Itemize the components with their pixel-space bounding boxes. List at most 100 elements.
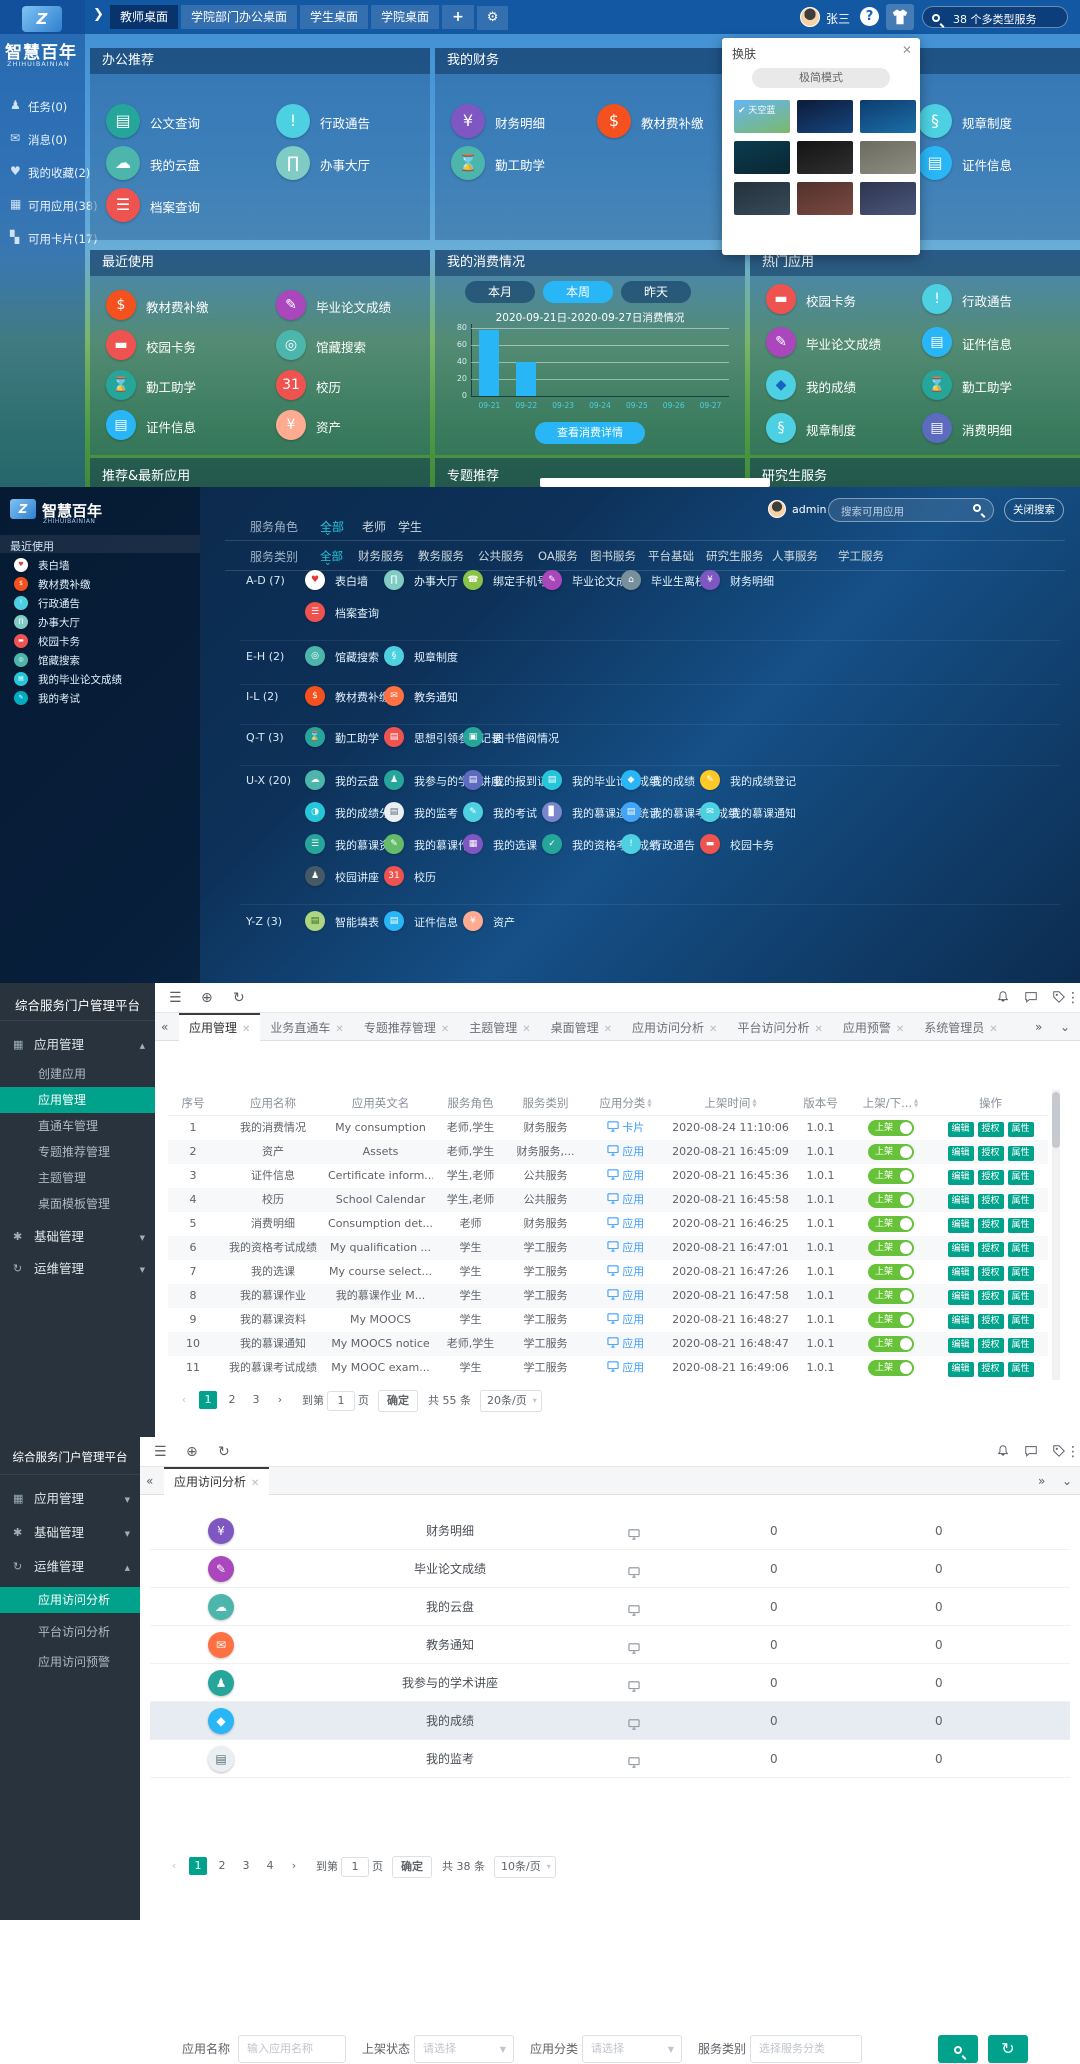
action-属性-button[interactable]: 属性: [1008, 1146, 1034, 1161]
action-授权-button[interactable]: 授权: [978, 1218, 1004, 1233]
page-number[interactable]: 3: [247, 1391, 265, 1409]
refresh-button[interactable]: ↻: [988, 2035, 1028, 2063]
publish-toggle[interactable]: 上架: [868, 1312, 914, 1328]
close-search-button[interactable]: 关闭搜索: [1004, 498, 1064, 522]
column-header[interactable]: 上架时间▲▼: [668, 1090, 793, 1116]
sidebar-item-cards-grid[interactable]: ▚可用卡片(17): [10, 228, 85, 248]
desktop-tab[interactable]: 教师桌面: [110, 5, 178, 29]
publish-toggle[interactable]: 上架: [868, 1264, 914, 1280]
action-编辑-button[interactable]: 编辑: [948, 1362, 974, 1377]
page-number[interactable]: 1: [189, 1857, 207, 1875]
collapse-chevron-icon[interactable]: ❯: [93, 7, 104, 22]
action-编辑-button[interactable]: 编辑: [948, 1266, 974, 1281]
sort-icon[interactable]: ▲▼: [647, 1099, 651, 1109]
action-授权-button[interactable]: 授权: [978, 1266, 1004, 1281]
workspace-tab[interactable]: 应用管理✕: [179, 1013, 260, 1041]
table-row[interactable]: 10我的慕课通知My MOOCS notice老师,学生学工服务 应用2020-…: [168, 1332, 1048, 1356]
action-授权-button[interactable]: 授权: [978, 1314, 1004, 1329]
avatar[interactable]: [768, 500, 786, 518]
simple-mode-button[interactable]: 极简模式: [752, 68, 890, 88]
publish-toggle[interactable]: 上架: [868, 1336, 914, 1352]
close-icon[interactable]: ✕: [902, 43, 912, 57]
scrollbar-thumb[interactable]: [1052, 1092, 1060, 1148]
action-授权-button[interactable]: 授权: [978, 1242, 1004, 1257]
desktop-tab[interactable]: 学院部门办公桌面: [181, 5, 297, 29]
table-row[interactable]: 7我的选课My course select...学生学工服务 应用2020-08…: [168, 1260, 1048, 1284]
action-编辑-button[interactable]: 编辑: [948, 1290, 974, 1305]
avatar[interactable]: [800, 7, 820, 27]
column-header[interactable]: 上架/下...▲▼: [848, 1090, 933, 1116]
submenu-item[interactable]: 平台访问分析: [0, 1619, 140, 1645]
submenu-item[interactable]: 桌面模板管理: [0, 1191, 155, 1217]
close-icon[interactable]: ✕: [814, 1024, 822, 1035]
tabs-scroll-right-icon[interactable]: »: [1035, 1013, 1042, 1041]
submenu-item[interactable]: 主题管理: [0, 1165, 155, 1191]
action-属性-button[interactable]: 属性: [1008, 1170, 1034, 1185]
page-number[interactable]: 1: [199, 1391, 217, 1409]
tabs-scroll-left-icon[interactable]: «: [146, 1467, 153, 1495]
desktop-tab[interactable]: 学院桌面: [371, 5, 439, 29]
skin-thumbnail[interactable]: [734, 182, 790, 215]
table-row[interactable]: 6我的资格考试成绩My qualification ...学生学工服务 应用20…: [168, 1236, 1048, 1260]
page-size-select[interactable]: 10条/页▾: [494, 1856, 556, 1878]
action-编辑-button[interactable]: 编辑: [948, 1146, 974, 1161]
filter-input[interactable]: 选择服务分类: [750, 2035, 862, 2063]
more-vertical-icon[interactable]: ⋮: [1066, 1437, 1080, 1467]
analysis-table-row[interactable]: ▤我的监考00: [150, 1740, 1070, 1778]
skin-thumbnail[interactable]: [797, 100, 853, 133]
jump-page-input[interactable]: 1: [327, 1391, 355, 1411]
action-属性-button[interactable]: 属性: [1008, 1122, 1034, 1137]
workspace-tab[interactable]: 业务直通车✕: [260, 1015, 353, 1043]
category-option[interactable]: OA服务: [538, 548, 578, 564]
app-type-link[interactable]: 应用: [583, 1284, 668, 1308]
category-option[interactable]: 财务服务: [358, 548, 404, 564]
publish-toggle[interactable]: 上架: [868, 1360, 914, 1376]
search-button[interactable]: [938, 2035, 978, 2063]
table-row[interactable]: 2资产Assets老师,学生财务服务,... 应用2020-08-21 16:4…: [168, 1140, 1048, 1164]
tabs-scroll-left-icon[interactable]: «: [161, 1013, 168, 1041]
more-vertical-icon[interactable]: ⋮: [1066, 983, 1080, 1013]
close-icon[interactable]: ✕: [709, 1024, 717, 1035]
submenu-item[interactable]: 创建应用: [0, 1061, 155, 1087]
close-icon[interactable]: ✕: [335, 1024, 343, 1035]
collapse-menu-icon[interactable]: ☰: [154, 1437, 167, 1467]
close-icon[interactable]: ✕: [522, 1024, 530, 1035]
menu-base-settings[interactable]: ✱基础管理▼: [0, 1223, 155, 1251]
collapse-menu-icon[interactable]: ☰: [169, 983, 182, 1013]
action-授权-button[interactable]: 授权: [978, 1194, 1004, 1209]
action-授权-button[interactable]: 授权: [978, 1170, 1004, 1185]
page-number[interactable]: 2: [223, 1391, 241, 1409]
skin-thumbnail[interactable]: [860, 182, 916, 215]
action-属性-button[interactable]: 属性: [1008, 1242, 1034, 1257]
skin-thumbnail[interactable]: ✔ 天空蓝: [734, 100, 790, 133]
jump-page-input[interactable]: 1: [341, 1857, 369, 1877]
tabs-drop-icon[interactable]: ⌄: [1060, 1013, 1070, 1041]
app-type-link[interactable]: 应用: [583, 1140, 668, 1164]
sidebar-item-apps-grid[interactable]: ▦可用应用(38): [10, 195, 85, 215]
column-header[interactable]: 操作: [933, 1090, 1048, 1116]
skin-thumbnail[interactable]: [734, 141, 790, 174]
tabs-scroll-right-icon[interactable]: »: [1038, 1467, 1045, 1495]
close-icon[interactable]: ✕: [441, 1024, 449, 1035]
help-icon[interactable]: ?: [860, 7, 879, 26]
action-属性-button[interactable]: 属性: [1008, 1362, 1034, 1377]
globe-icon[interactable]: ⊕: [186, 1437, 198, 1467]
action-编辑-button[interactable]: 编辑: [948, 1194, 974, 1209]
chat-icon[interactable]: [1024, 1444, 1038, 1460]
refresh-icon[interactable]: ↻: [233, 983, 245, 1013]
close-icon[interactable]: ✕: [604, 1024, 612, 1035]
confirm-button[interactable]: 确定: [392, 1856, 432, 1878]
table-row[interactable]: 9我的慕课资料My MOOCS学生学工服务 应用2020-08-21 16:48…: [168, 1308, 1048, 1332]
action-编辑-button[interactable]: 编辑: [948, 1338, 974, 1353]
action-编辑-button[interactable]: 编辑: [948, 1218, 974, 1233]
user-name[interactable]: admin: [792, 503, 826, 516]
menu-apps-grid[interactable]: ▦应用管理▲: [0, 1031, 155, 1059]
skin-tshirt-icon[interactable]: [886, 4, 914, 30]
action-授权-button[interactable]: 授权: [978, 1338, 1004, 1353]
action-属性-button[interactable]: 属性: [1008, 1194, 1034, 1209]
refresh-icon[interactable]: ↻: [218, 1437, 230, 1467]
table-row[interactable]: 8我的慕课作业我的慕课作业 M...学生学工服务 应用2020-08-21 16…: [168, 1284, 1048, 1308]
add-desktop-button[interactable]: +: [442, 5, 474, 29]
table-row[interactable]: 1我的消费情况My consumption老师,学生财务服务 卡片2020-08…: [168, 1116, 1048, 1140]
analysis-table-row[interactable]: ◆我的成绩00: [150, 1702, 1070, 1740]
